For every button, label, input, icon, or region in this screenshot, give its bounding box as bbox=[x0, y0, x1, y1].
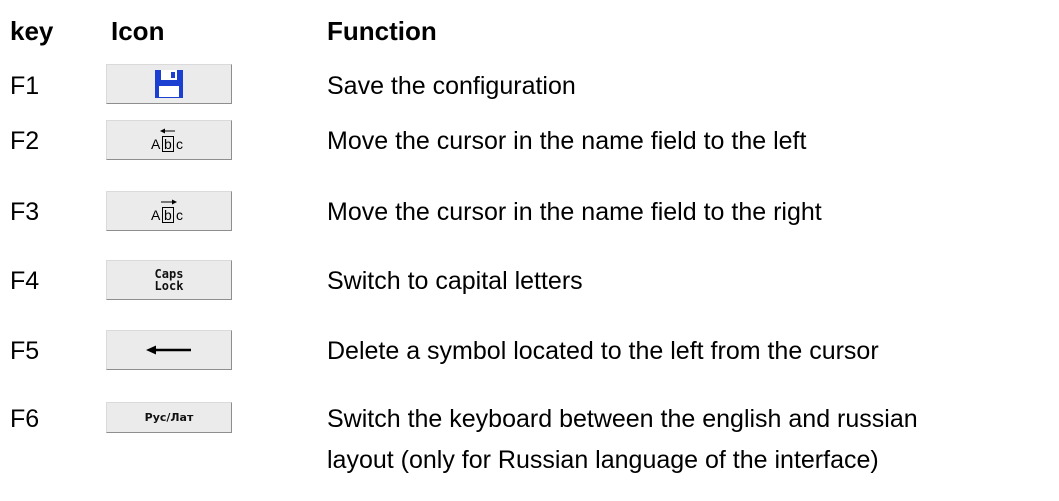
key-function-table: key Icon Function F1 Save the configurat… bbox=[0, 0, 1059, 501]
left-arrow-icon bbox=[146, 345, 191, 355]
row-function: Switch to capital letters bbox=[327, 267, 583, 295]
row-key: F3 bbox=[10, 198, 40, 226]
row-key: F1 bbox=[10, 72, 40, 100]
header-icon: Icon bbox=[111, 16, 165, 46]
icon-letter-a: A bbox=[151, 136, 161, 152]
row-key: F5 bbox=[10, 337, 40, 365]
caps-lock-icon: Caps Lock bbox=[155, 268, 184, 292]
row-key: F6 bbox=[10, 405, 40, 433]
row-function: Move the cursor in the name field to the… bbox=[327, 198, 822, 226]
row-function: Save the configuration bbox=[327, 72, 576, 100]
icon-letter-c: c bbox=[176, 136, 183, 152]
row-function: Move the cursor in the name field to the… bbox=[327, 127, 807, 155]
cursor-left-icon: A b c bbox=[151, 128, 183, 152]
icon-button-layout-switch: Рус/Лат bbox=[106, 402, 232, 433]
icon-button-caps-lock: Caps Lock bbox=[106, 260, 232, 300]
floppy-disk-icon bbox=[155, 70, 183, 98]
cursor-right-icon: A b c bbox=[151, 199, 183, 223]
icon-letter-c: c bbox=[176, 207, 183, 223]
header-function: Function bbox=[327, 16, 437, 46]
icon-letter-a: A bbox=[151, 207, 161, 223]
icon-button-cursor-left: A b c bbox=[106, 120, 232, 160]
icon-button-cursor-right: A b c bbox=[106, 191, 232, 231]
row-function: Delete a symbol located to the left from… bbox=[327, 337, 879, 365]
row-key: F4 bbox=[10, 267, 40, 295]
icon-button-backspace bbox=[106, 330, 232, 370]
caps-lock-label-bottom: Lock bbox=[154, 279, 184, 293]
icon-button-save bbox=[106, 64, 232, 104]
header-key: key bbox=[10, 16, 54, 46]
icon-letter-b: b bbox=[164, 136, 172, 152]
keyboard-layout-icon: Рус/Лат bbox=[144, 411, 194, 424]
row-key: F2 bbox=[10, 127, 40, 155]
row-function-line-2: layout (only for Russian language of the… bbox=[327, 446, 879, 474]
icon-letter-b: b bbox=[164, 207, 172, 223]
row-function-line-1: Switch the keyboard between the english … bbox=[327, 405, 918, 433]
